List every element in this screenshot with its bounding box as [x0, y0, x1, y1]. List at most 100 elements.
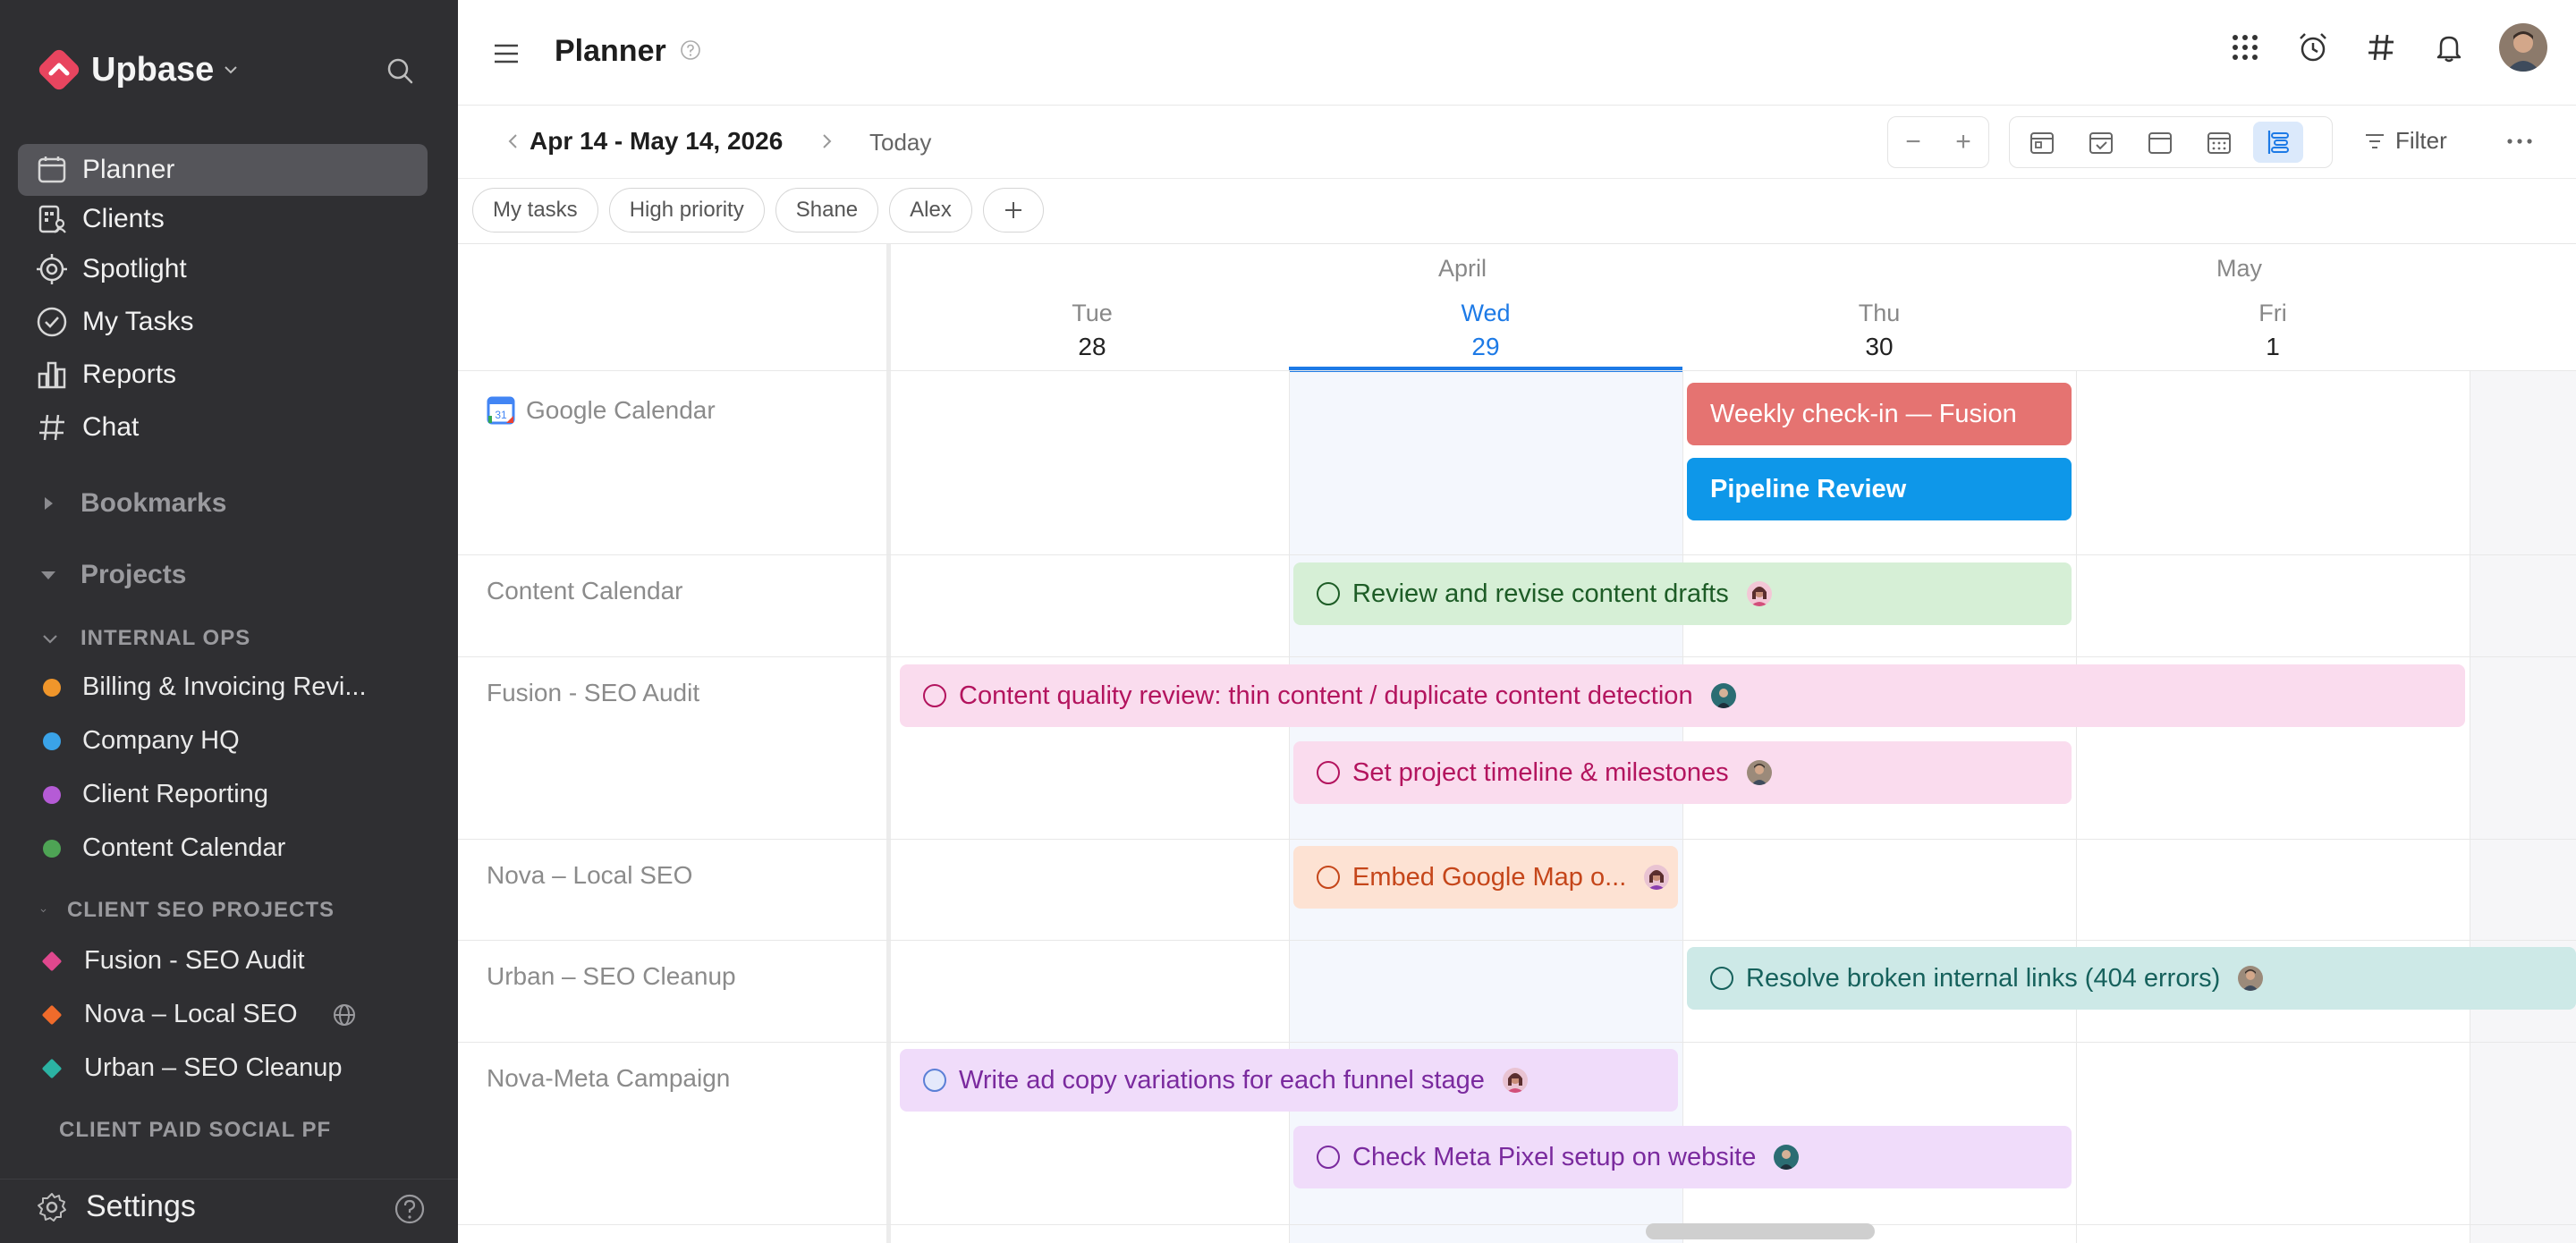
row-label-content-calendar: Content Calendar: [487, 577, 682, 605]
grid-line: [458, 656, 2576, 657]
clients-icon: [34, 201, 70, 237]
add-filter-button[interactable]: [982, 188, 1044, 233]
bell-icon[interactable]: [2431, 30, 2467, 65]
grid-line: [458, 839, 2576, 840]
project-item[interactable]: Nova – Local SEO: [41, 1000, 357, 1029]
zoom-controls: − +: [1887, 116, 1989, 168]
weekend-column: [2470, 371, 2576, 1243]
task-resolve-broken-links[interactable]: Resolve broken internal links (404 error…: [1687, 947, 2576, 1010]
help-icon[interactable]: [680, 39, 701, 61]
chevron-left-icon[interactable]: [503, 131, 524, 152]
projects-section[interactable]: Projects: [39, 560, 186, 590]
sidebar-item-spotlight[interactable]: Spotlight: [18, 243, 428, 295]
project-item[interactable]: Billing & Invoicing Revi...: [43, 672, 367, 702]
group-client-seo-projects[interactable]: CLIENT SEO PROJECTS: [39, 898, 335, 923]
task-status-circle[interactable]: [1317, 1146, 1340, 1169]
user-avatar[interactable]: [2499, 23, 2547, 72]
assignee-avatar[interactable]: [1774, 1145, 1800, 1170]
month-view-button[interactable]: [2194, 122, 2244, 163]
sidebar-item-label: Planner: [82, 155, 175, 184]
group-client-paid-social[interactable]: CLIENT PAID SOCIAL PF: [39, 1118, 330, 1143]
task-write-ad-copy[interactable]: Write ad copy variations for each funnel…: [900, 1049, 1678, 1112]
task-status-circle[interactable]: [1317, 866, 1340, 889]
horizontal-scrollbar[interactable]: [1646, 1223, 1875, 1239]
task-check-meta-pixel[interactable]: Check Meta Pixel setup on website: [1293, 1126, 2072, 1188]
task-title: Embed Google Map o...: [1352, 862, 1627, 892]
task-review-content-drafts[interactable]: Review and revise content drafts: [1293, 562, 2072, 625]
assignee-avatar[interactable]: [1746, 760, 1772, 785]
more-options-icon[interactable]: [2504, 131, 2535, 152]
row-label-text: Urban – SEO Cleanup: [487, 962, 736, 990]
task-status-circle[interactable]: [1317, 582, 1340, 605]
task-content-quality-review[interactable]: Content quality review: thin content / d…: [900, 664, 2465, 727]
sidebar-item-my-tasks[interactable]: My Tasks: [18, 296, 428, 348]
chip-alex[interactable]: Alex: [889, 188, 972, 233]
today-button[interactable]: Today: [869, 129, 931, 156]
search-icon[interactable]: [383, 54, 419, 89]
caret-down-icon: [41, 571, 55, 579]
timeline-view-button[interactable]: [2253, 122, 2303, 163]
project-label: Company HQ: [82, 726, 240, 755]
sidebar-item-reports[interactable]: Reports: [18, 349, 428, 401]
project-item[interactable]: Fusion - SEO Audit: [41, 946, 305, 976]
bookmarks-section[interactable]: Bookmarks: [39, 488, 226, 519]
project-item[interactable]: Urban – SEO Cleanup: [41, 1053, 343, 1083]
chip-my-tasks[interactable]: My tasks: [472, 188, 598, 233]
project-item[interactable]: Company HQ: [43, 726, 240, 756]
assignee-avatar[interactable]: [1644, 865, 1670, 890]
globe-icon: [333, 1003, 355, 1026]
assignee-avatar[interactable]: [1502, 1068, 1528, 1093]
grid-line: [1289, 371, 1290, 1243]
planner-icon: [34, 152, 70, 188]
task-embed-google-map[interactable]: Embed Google Map o...: [1293, 846, 1678, 909]
week-view-button[interactable]: [2135, 122, 2185, 163]
apps-grid-icon[interactable]: [2227, 30, 2263, 65]
svg-text:31: 31: [495, 409, 507, 421]
project-color-diamond: [41, 1058, 63, 1078]
settings-button[interactable]: Settings: [36, 1189, 196, 1224]
sidebar-item-chat[interactable]: Chat: [18, 402, 428, 453]
assignee-avatar[interactable]: [1746, 581, 1772, 606]
today-column-highlight: [1289, 371, 1682, 1243]
zoom-in-button[interactable]: +: [1955, 127, 1971, 157]
sidebar-item-clients[interactable]: Clients: [18, 193, 428, 245]
task-status-circle[interactable]: [1710, 967, 1733, 990]
task-title: Resolve broken internal links (404 error…: [1746, 963, 2221, 993]
chip-shane[interactable]: Shane: [775, 188, 879, 233]
project-item[interactable]: Client Reporting: [43, 780, 268, 809]
day-header: Thu 30: [1682, 300, 2076, 361]
filter-button[interactable]: Filter: [2363, 127, 2447, 155]
chevron-right-icon[interactable]: [816, 131, 837, 152]
task-status-circle[interactable]: [1317, 761, 1340, 784]
hash-icon[interactable]: [2363, 30, 2399, 65]
today-indicator: [1289, 367, 1682, 372]
calendar-month-icon: [2207, 132, 2231, 154]
row-label-text: Google Calendar: [526, 396, 716, 424]
menu-icon[interactable]: [490, 38, 522, 70]
task-status-circle[interactable]: [923, 684, 946, 707]
workspace-switcher[interactable]: Upbase: [36, 47, 241, 93]
day-header: Tue 28: [895, 300, 1289, 361]
project-item[interactable]: Content Calendar: [43, 833, 285, 863]
sidebar-item-planner[interactable]: Planner: [18, 144, 428, 196]
task-title: Review and revise content drafts: [1352, 579, 1729, 608]
alarm-clock-icon[interactable]: [2295, 30, 2331, 65]
task-view-button[interactable]: [2076, 122, 2126, 163]
help-icon[interactable]: [394, 1193, 426, 1225]
project-color-dot: [43, 785, 61, 804]
group-internal-ops[interactable]: INTERNAL OPS: [39, 626, 335, 651]
assignee-avatar[interactable]: [1710, 683, 1736, 708]
task-status-circle[interactable]: [923, 1069, 946, 1092]
task-project-timeline[interactable]: Set project timeline & milestones: [1293, 741, 2072, 804]
assignee-avatar[interactable]: [2238, 966, 2264, 991]
day-header: Fri 1: [2076, 300, 2470, 361]
project-label: Client Reporting: [82, 780, 268, 808]
event-weekly-checkin[interactable]: Weekly check-in — Fusion: [1687, 383, 2072, 445]
event-pipeline-review[interactable]: Pipeline Review: [1687, 458, 2072, 520]
top-header: Planner: [458, 0, 2576, 106]
chip-high-priority[interactable]: High priority: [608, 188, 765, 233]
day-view-button[interactable]: [2017, 122, 2067, 163]
date-range[interactable]: Apr 14 - May 14, 2026: [530, 127, 783, 156]
row-label-nova-local-seo: Nova – Local SEO: [487, 861, 692, 890]
zoom-out-button[interactable]: −: [1905, 127, 1921, 157]
